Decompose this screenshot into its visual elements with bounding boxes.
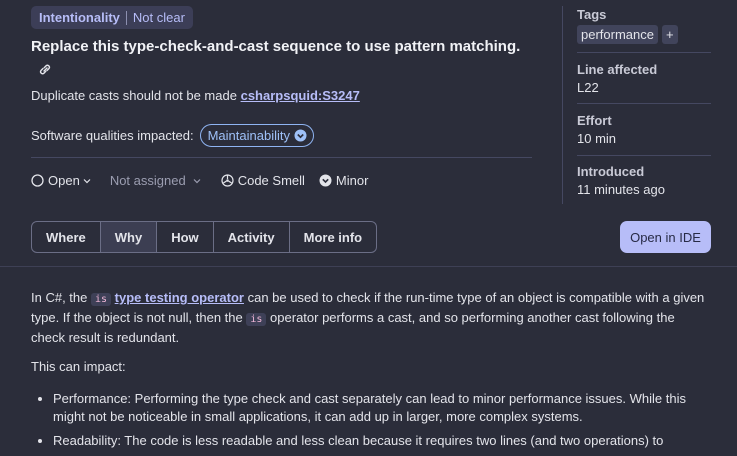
divider <box>0 266 737 267</box>
list-item: Performance: Performing the type check a… <box>53 390 711 426</box>
why-paragraph-2: This can impact: <box>31 359 126 374</box>
divider <box>31 157 532 158</box>
inline-code: is <box>91 293 112 306</box>
status-dropdown[interactable]: Open <box>31 173 96 188</box>
chevron-down-icon <box>83 178 91 183</box>
software-qualities-label: Software qualities impacted: <box>31 128 194 143</box>
tag-performance[interactable]: performance <box>577 25 658 44</box>
status-label: Open <box>48 173 80 188</box>
why-paragraph-1: In C#, the is type testing operator can … <box>31 289 711 347</box>
tags-list: performance + <box>577 25 678 44</box>
chevron-circle-icon <box>294 129 307 142</box>
tab-why[interactable]: Why <box>100 222 158 252</box>
impact-list: Performance: Performing the type check a… <box>31 390 711 456</box>
assignee-dropdown[interactable]: Not assigned <box>110 173 207 188</box>
introduced-value: 11 minutes ago <box>577 182 665 197</box>
tab-where[interactable]: Where <box>32 222 101 252</box>
clean-code-attribute-badge: Intentionality Not clear <box>31 6 193 29</box>
divider <box>577 103 711 104</box>
issue-type-label: Code Smell <box>237 173 305 188</box>
tab-how[interactable]: How <box>157 222 214 252</box>
code-smell-icon <box>221 174 234 187</box>
list-item: Readability: The code is less readable a… <box>53 432 711 450</box>
issue-type: Code Smell <box>221 173 305 188</box>
divider <box>577 52 711 53</box>
attribute-value: Not clear <box>132 10 185 25</box>
badge-divider <box>125 10 127 25</box>
line-affected-value: L22 <box>577 80 599 95</box>
effort-value: 10 min <box>577 131 617 146</box>
maintainability-pill[interactable]: Maintainability <box>199 124 314 147</box>
chevron-down-icon <box>193 178 201 183</box>
text: In C#, the <box>31 290 88 305</box>
minor-severity-icon <box>319 174 332 187</box>
divider <box>577 155 711 156</box>
open-status-icon <box>31 174 44 187</box>
rule-description-text: Duplicate casts should not be made <box>31 88 237 103</box>
severity-label: Minor <box>335 173 369 188</box>
issue-tabs: Where Why How Activity More info <box>31 221 378 253</box>
assignee-label: Not assigned <box>109 173 186 188</box>
line-affected-label: Line affected <box>577 62 658 77</box>
issue-meta-bar: Open Not assigned Code Smell Minor <box>31 173 382 188</box>
attribute-category: Intentionality <box>39 10 120 25</box>
side-panel-divider <box>562 6 563 204</box>
effort-label: Effort <box>577 113 612 128</box>
issue-title: Replace this type-check-and-cast sequenc… <box>31 38 521 55</box>
type-testing-operator-link[interactable]: type testing operator <box>115 290 244 305</box>
tags-label: Tags <box>577 7 607 22</box>
rule-link[interactable]: csharpsquid:S3247 <box>241 88 360 103</box>
tab-activity[interactable]: Activity <box>214 222 290 252</box>
introduced-label: Introduced <box>577 164 645 179</box>
rule-description: Duplicate casts should not be made cshar… <box>31 88 360 103</box>
add-tag-button[interactable]: + <box>661 25 678 44</box>
inline-code: is <box>246 313 267 326</box>
open-in-ide-button[interactable]: Open in IDE <box>620 221 711 253</box>
link-icon[interactable] <box>36 61 54 77</box>
software-qualities: Software qualities impacted: Maintainabi… <box>31 124 314 147</box>
tab-more-info[interactable]: More info <box>290 222 376 252</box>
severity: Minor <box>319 173 369 188</box>
maintainability-label: Maintainability <box>207 128 290 143</box>
